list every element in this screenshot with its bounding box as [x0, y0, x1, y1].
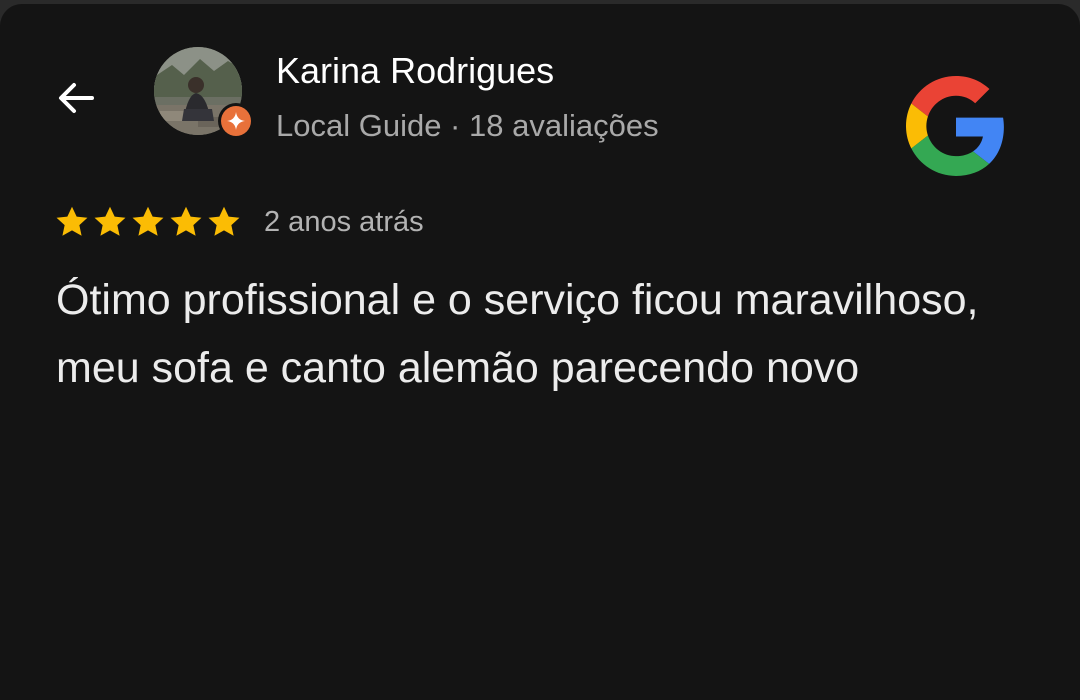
reviewer-name[interactable]: Karina Rodrigues	[276, 50, 554, 92]
star-icon	[132, 206, 164, 236]
review-text: Ótimo profissional e o serviço ficou mar…	[56, 276, 979, 392]
star-icon	[56, 206, 88, 236]
star-icon	[208, 206, 240, 236]
star-icon	[170, 206, 202, 236]
back-button[interactable]	[50, 72, 102, 124]
review-date: 2 anos atrás	[264, 205, 424, 238]
star-icon	[94, 206, 126, 236]
local-guide-star-icon	[227, 112, 245, 130]
reviewer-meta: Local Guide · 18 avaliações	[276, 108, 659, 143]
rating-row: 2 anos atrás	[54, 200, 424, 244]
arrow-left-icon	[59, 83, 94, 113]
review-card: Karina Rodrigues Local Guide · 18 avalia…	[0, 4, 1080, 700]
google-g-logo	[906, 76, 1006, 176]
star-rating	[54, 204, 244, 240]
local-guide-badge	[218, 103, 254, 139]
